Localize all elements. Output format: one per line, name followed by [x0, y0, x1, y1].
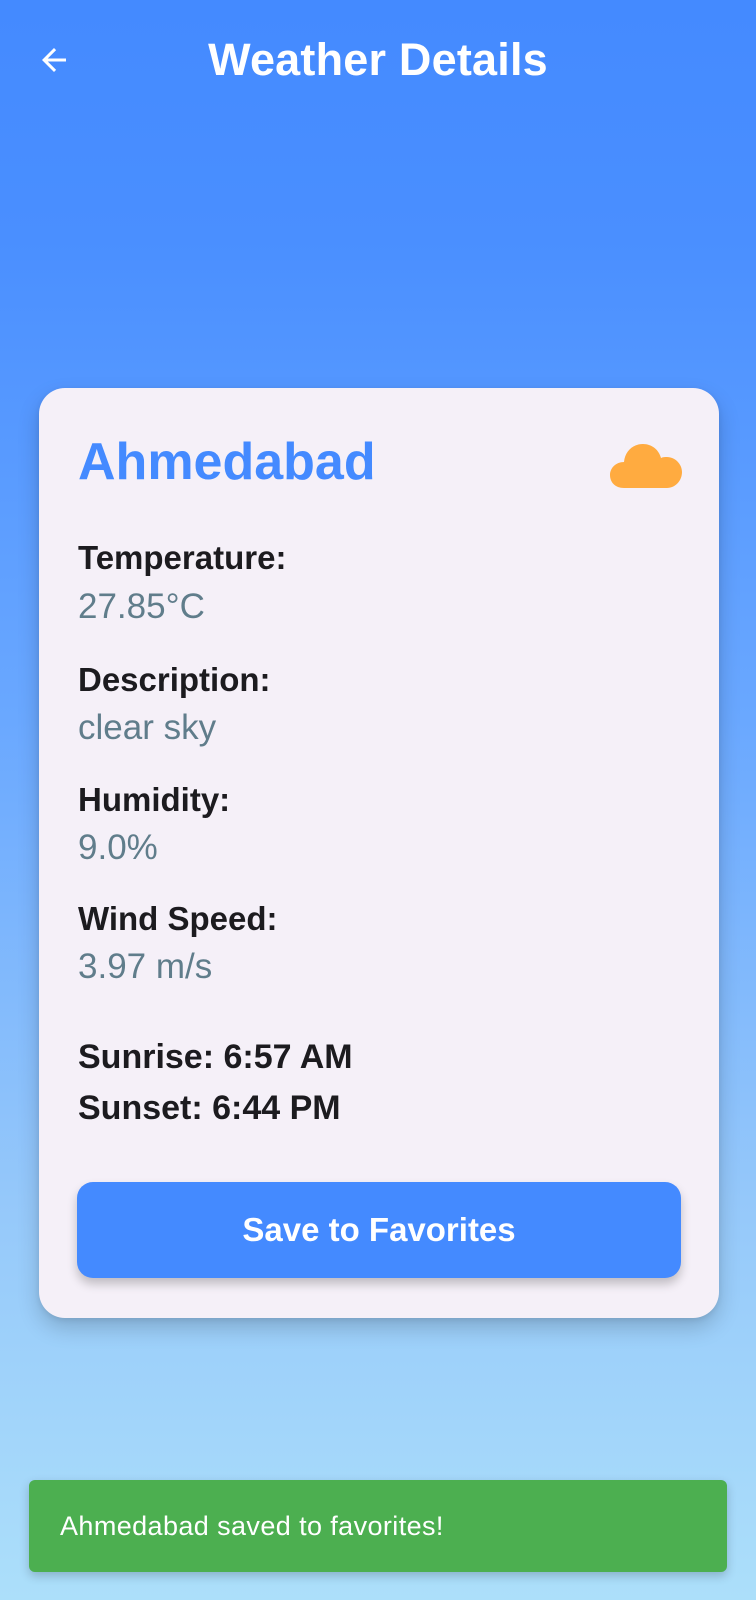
- save-to-favorites-button[interactable]: Save to Favorites: [77, 1182, 681, 1278]
- app-bar: Weather Details: [0, 0, 756, 118]
- snackbar-message: Ahmedabad saved to favorites!: [60, 1510, 444, 1541]
- description-value: clear sky: [78, 708, 217, 747]
- sunrise-text: Sunrise: 6:57 AM: [78, 1038, 353, 1076]
- weather-card: Ahmedabad Temperature: 27.85°C Descripti…: [39, 388, 719, 1318]
- sunset-text: Sunset: 6:44 PM: [78, 1089, 341, 1127]
- wind-speed-label: Wind Speed:: [78, 900, 278, 937]
- description-label: Description:: [78, 661, 271, 698]
- city-name: Ahmedabad: [78, 433, 376, 491]
- wind-speed-value: 3.97 m/s: [78, 947, 213, 986]
- humidity-label: Humidity:: [78, 781, 231, 818]
- page-title: Weather Details: [208, 34, 548, 85]
- snackbar: Ahmedabad saved to favorites!: [29, 1480, 727, 1572]
- cloud-icon: [610, 444, 682, 488]
- temperature-value: 27.85°C: [78, 587, 205, 626]
- temperature-label: Temperature:: [78, 539, 287, 576]
- humidity-value: 9.0%: [78, 828, 158, 867]
